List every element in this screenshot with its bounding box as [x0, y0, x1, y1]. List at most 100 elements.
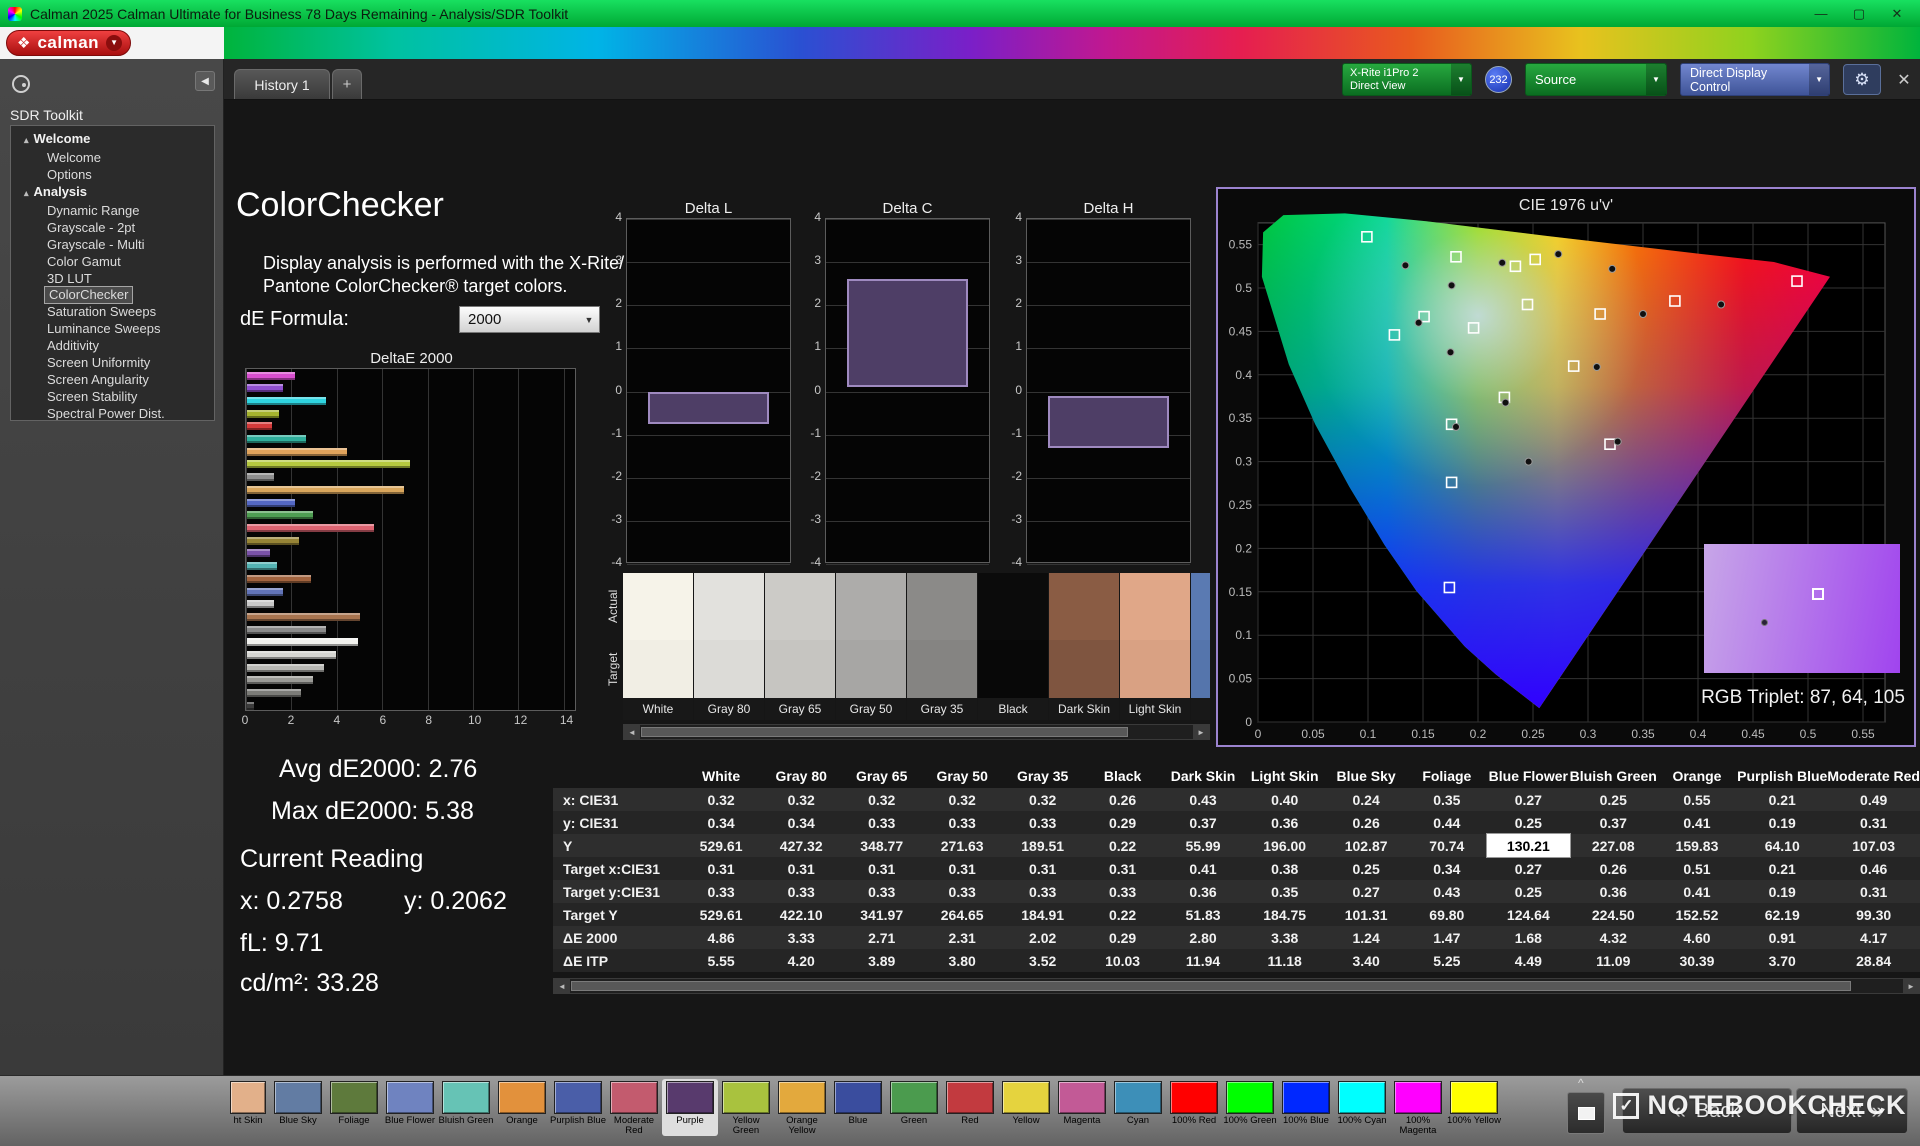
- x-tick-label: 6: [379, 713, 386, 727]
- sidebar-item-spectral-power-dist[interactable]: Spectral Power Dist.: [11, 405, 214, 421]
- patch-button-red[interactable]: Red: [942, 1079, 998, 1136]
- delta-h-chart: Delta H 43210-1-2-3-4: [1004, 200, 1196, 563]
- pattern-window-button[interactable]: [1567, 1092, 1605, 1134]
- patch-button-bluish-green[interactable]: Bluish Green: [438, 1079, 494, 1136]
- y-tick-label: 4: [814, 210, 821, 224]
- swatch-column-blue[interactable]: Blue: [1191, 573, 1210, 720]
- sidebar-item-grayscale-2pt[interactable]: Grayscale - 2pt: [11, 219, 214, 236]
- sidebar-item-screen-uniformity[interactable]: Screen Uniformity: [11, 354, 214, 371]
- maximize-button[interactable]: ▢: [1840, 6, 1878, 22]
- scroll-right-icon[interactable]: ►: [1903, 979, 1919, 993]
- patch-button-blue-flower[interactable]: Blue Flower: [382, 1079, 438, 1136]
- data-table-wrap: WhiteGray 80Gray 65Gray 50Gray 35BlackDa…: [553, 764, 1920, 976]
- settings-gear-button[interactable]: ⚙: [1843, 64, 1881, 95]
- patch-button-100-red[interactable]: 100% Red: [1166, 1079, 1222, 1136]
- swatch-column-gray-65[interactable]: Gray 65: [765, 573, 835, 720]
- patch-button-magenta[interactable]: Magenta: [1054, 1079, 1110, 1136]
- y-tick-label: -3: [611, 512, 622, 526]
- patch-button-cyan[interactable]: Cyan: [1110, 1079, 1166, 1136]
- deltae-bar: [247, 613, 360, 621]
- swatch-column-black[interactable]: Black: [978, 573, 1048, 720]
- de-formula-select[interactable]: 2000 ▼: [459, 306, 600, 333]
- sidebar-collapse-button[interactable]: ◀: [195, 71, 215, 91]
- sidebar-item-additivity[interactable]: Additivity: [11, 337, 214, 354]
- swatch-column-gray-50[interactable]: Gray 50: [836, 573, 906, 720]
- patch-button-100-green[interactable]: 100% Green: [1222, 1079, 1278, 1136]
- patch-label: Blue Sky: [270, 1116, 326, 1126]
- table-header: Orange: [1657, 764, 1737, 788]
- swatch-column-light-skin[interactable]: Light Skin: [1120, 573, 1190, 720]
- scrollbar-thumb[interactable]: [641, 727, 1128, 737]
- patch-button-purple[interactable]: Purple: [662, 1079, 718, 1136]
- sidebar-item-options[interactable]: Options: [11, 166, 214, 183]
- patch-button-ht-skin[interactable]: ht Skin: [226, 1079, 270, 1136]
- back-button[interactable]: « Back: [1622, 1088, 1792, 1134]
- add-tab-button[interactable]: +: [332, 69, 362, 99]
- scroll-left-icon[interactable]: ◄: [554, 979, 570, 993]
- swatch-column-white[interactable]: White: [623, 573, 693, 720]
- sidebar-item-colorchecker[interactable]: ColorChecker: [45, 287, 132, 303]
- scroll-left-icon[interactable]: ◄: [624, 725, 640, 739]
- patch-button-moderate-red[interactable]: Moderate Red: [606, 1079, 662, 1136]
- workspace-close-button[interactable]: ✕: [1894, 70, 1914, 90]
- patch-button-blue[interactable]: Blue: [830, 1079, 886, 1136]
- sidebar-item-color-gamut[interactable]: Color Gamut: [11, 253, 214, 270]
- sidebar-item-welcome[interactable]: Welcome: [11, 149, 214, 166]
- patch-label: 100% Yellow: [1446, 1116, 1502, 1126]
- patch-button-orange[interactable]: Orange: [494, 1079, 550, 1136]
- scrollbar-thumb[interactable]: [571, 981, 1851, 991]
- swatch-column-gray-80[interactable]: Gray 80: [694, 573, 764, 720]
- scrollbar-track[interactable]: [640, 725, 1193, 739]
- patch-button-orange-yellow[interactable]: Orange Yellow: [774, 1079, 830, 1136]
- patch-button-100-yellow[interactable]: 100% Yellow: [1446, 1079, 1502, 1136]
- sidebar-item-3d-lut[interactable]: 3D LUT: [11, 270, 214, 287]
- measurement-dot: [1447, 349, 1454, 356]
- patch-button-yellow[interactable]: Yellow: [998, 1079, 1054, 1136]
- scrollbar-track[interactable]: [570, 979, 1903, 993]
- tree-section-analysis[interactable]: ▴Analysis: [11, 183, 214, 202]
- patch-button-foliage[interactable]: Foliage: [326, 1079, 382, 1136]
- table-cell: 0.55: [1657, 788, 1737, 811]
- close-button[interactable]: ✕: [1878, 6, 1916, 22]
- swatch-column-dark-skin[interactable]: Dark Skin: [1049, 573, 1119, 720]
- patch-swatch: [1450, 1081, 1498, 1114]
- table-cell: 0.31: [761, 857, 841, 880]
- table-scrollbar[interactable]: ◄ ►: [553, 978, 1920, 994]
- swatch-column-gray-35[interactable]: Gray 35: [907, 573, 977, 720]
- patch-button-blue-sky[interactable]: Blue Sky: [270, 1079, 326, 1136]
- patch-button-100-cyan[interactable]: 100% Cyan: [1334, 1079, 1390, 1136]
- patch-button-purplish-blue[interactable]: Purplish Blue: [550, 1079, 606, 1136]
- next-button[interactable]: Next »: [1796, 1088, 1908, 1134]
- sidebar-item-grayscale-multi[interactable]: Grayscale - Multi: [11, 236, 214, 253]
- sidebar-item-screen-stability[interactable]: Screen Stability: [11, 388, 214, 405]
- sidebar-item-screen-angularity[interactable]: Screen Angularity: [11, 371, 214, 388]
- swatch-label: Gray 65: [765, 698, 835, 720]
- tab-history-1[interactable]: History 1: [234, 69, 330, 99]
- calman-menu-button[interactable]: ❖ calman ▼: [6, 30, 131, 56]
- delta-c-chart: Delta C 43210-1-2-3-4: [803, 200, 995, 563]
- meter-select-button[interactable]: X-Rite i1Pro 2 Direct View ▼: [1342, 63, 1472, 96]
- patch-button-green[interactable]: Green: [886, 1079, 942, 1136]
- patch-button-100-magenta[interactable]: 100% Magenta: [1390, 1079, 1446, 1136]
- sidebar-item-dynamic-range[interactable]: Dynamic Range: [11, 202, 214, 219]
- patch-button-100-blue[interactable]: 100% Blue: [1278, 1079, 1334, 1136]
- calman-menu-dropdown-icon[interactable]: ▼: [106, 35, 122, 51]
- patch-button-yellow-green[interactable]: Yellow Green: [718, 1079, 774, 1136]
- minimize-button[interactable]: —: [1802, 6, 1840, 21]
- table-cell: 0.37: [1162, 811, 1244, 834]
- row-label: Target Y: [553, 903, 681, 926]
- patch-swatch: [1226, 1081, 1274, 1114]
- swatch-scrollbar[interactable]: ◄ ►: [623, 724, 1210, 740]
- expand-caret-icon[interactable]: ^: [1578, 1076, 1584, 1090]
- sidebar-item-saturation-sweeps[interactable]: Saturation Sweeps: [11, 303, 214, 320]
- sidebar-item-luminance-sweeps[interactable]: Luminance Sweeps: [11, 320, 214, 337]
- session-indicator-icon[interactable]: [12, 75, 30, 93]
- row-label: Y: [553, 834, 681, 857]
- target-swatch: [836, 640, 906, 698]
- y-tick-label: 0.15: [1229, 585, 1253, 599]
- meter-line2: Direct View: [1350, 80, 1451, 93]
- source-select-button[interactable]: Source ▼: [1525, 63, 1667, 96]
- scroll-right-icon[interactable]: ►: [1193, 725, 1209, 739]
- tree-section-welcome[interactable]: ▴Welcome: [11, 130, 214, 149]
- display-control-button[interactable]: Direct Display Control ▼: [1680, 63, 1830, 96]
